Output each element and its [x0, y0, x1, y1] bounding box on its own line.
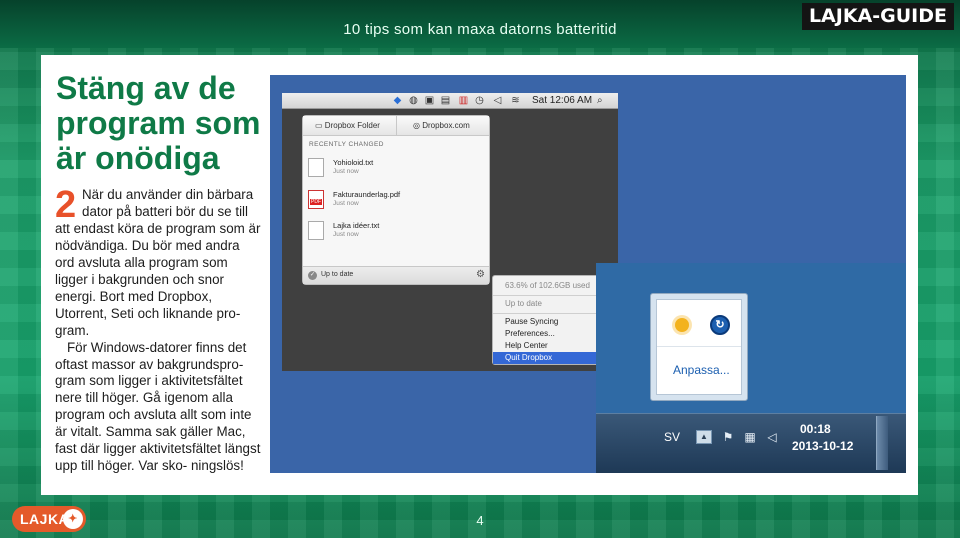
tab-dropbox-folder-label: Dropbox Folder — [324, 121, 380, 130]
volume-icon[interactable]: ◁ — [492, 95, 503, 106]
language-indicator[interactable]: SV — [664, 430, 680, 444]
file-time: Just now — [333, 200, 359, 207]
dropbox-panel-footer: ✓ Up to date ⚙ — [303, 266, 489, 284]
sync-status: Up to date — [321, 271, 354, 278]
popup-divider — [657, 346, 741, 347]
weather-icon[interactable] — [675, 318, 689, 332]
check-icon: ✓ — [308, 271, 317, 280]
text-file-icon — [308, 221, 324, 240]
paragraph-1-line-2: dator på batteri bör du se till — [82, 203, 248, 219]
article-body: När du använder din bärbara dator på bat… — [55, 187, 261, 475]
windows-taskbar: SV ▲ ⚑ ▦ ◁ 00:18 2013-10-12 — [596, 413, 906, 473]
time-machine-icon[interactable]: ◷ — [474, 95, 485, 106]
mac-screenshot: ◆ ◍ ▣ ▤ ▥ ◷ ◁ ≋ Sat 12:06 AM ⌕ ▭ Dropbox… — [282, 93, 618, 371]
file-name: Yohioloid.txt — [333, 158, 374, 167]
file-name: Fakturaunderlag.pdf — [333, 190, 401, 199]
windows-screenshot: ↻ Anpassa... SV ▲ ⚑ ▦ ◁ 00:18 2013-10-12 — [596, 263, 906, 473]
tray-overflow-content: ↻ Anpassa... — [656, 299, 742, 395]
article-heading: Stäng av de program som är onödiga — [56, 70, 261, 176]
dropbox-context-menu: 63.6% of 102.6GB used Up to date Pause S… — [492, 275, 612, 365]
paragraph-1-rest: att endast köra de program som är nödvän… — [55, 220, 261, 338]
tray-overflow-popup: ↻ Anpassa... — [650, 293, 748, 401]
dropbox-panel-tabs: ▭ Dropbox Folder ◎ Dropbox.com — [303, 116, 489, 136]
network-icon[interactable]: ▦ — [742, 429, 758, 445]
menu-status: Up to date — [505, 299, 542, 308]
paragraph-2: För Windows-datorer finns det oftast mas… — [55, 339, 261, 474]
menu-item-pause-syncing[interactable]: Pause Syncing — [493, 316, 611, 328]
storage-usage: 63.6% of 102.6GB used — [505, 281, 590, 290]
tab-dropbox-com[interactable]: ◎ Dropbox.com — [413, 120, 470, 131]
battery-icon[interactable]: ▥ — [458, 95, 469, 106]
page-number: 4 — [476, 513, 484, 528]
file-row[interactable]: Lajka idéer.txt Just now — [308, 219, 486, 247]
lajka-logo: LAJKA ✦ — [12, 506, 86, 532]
menu-item-preferences[interactable]: Preferences... — [493, 328, 611, 340]
show-desktop-button[interactable] — [876, 416, 888, 470]
search-icon[interactable]: ⌕ — [597, 95, 603, 106]
tab-dropbox-folder[interactable]: ▭ Dropbox Folder — [315, 120, 380, 131]
flux-icon[interactable]: ◍ — [408, 95, 419, 106]
menu-divider — [493, 295, 611, 296]
wifi-icon[interactable]: ≋ — [510, 95, 521, 106]
flag-icon[interactable]: ⚑ — [720, 429, 736, 445]
tab-dropbox-com-label: Dropbox.com — [422, 121, 470, 130]
mac-clock[interactable]: Sat 12:06 AM — [532, 94, 592, 108]
recently-changed-heading: RECENTLY CHANGED — [309, 141, 384, 148]
skype-icon[interactable]: ▤ — [440, 95, 451, 106]
text-file-icon — [308, 158, 324, 177]
globe-icon: ◎ — [413, 121, 420, 130]
folder-icon: ▭ — [315, 121, 323, 130]
menu-divider — [493, 313, 611, 314]
file-name: Lajka idéer.txt — [333, 221, 380, 230]
show-hidden-icons-button[interactable]: ▲ — [696, 430, 712, 444]
paragraph-1-line-1: När du använder din bärbara — [82, 187, 254, 202]
chat-icon[interactable]: ▣ — [424, 95, 435, 106]
taskbar-date[interactable]: 2013-10-12 — [792, 439, 853, 453]
logo-mark-icon: ✦ — [63, 509, 83, 529]
dropbox-panel: ▭ Dropbox Folder ◎ Dropbox.com RECENTLY … — [302, 115, 490, 285]
volume-icon[interactable]: ◁ — [764, 429, 780, 445]
mac-menu-bar: ◆ ◍ ▣ ▤ ▥ ◷ ◁ ≋ Sat 12:06 AM ⌕ — [282, 93, 618, 109]
pdf-file-icon — [308, 190, 324, 209]
tab-divider — [396, 116, 397, 136]
magazine-header-title: 10 tips som kan maxa datorns batteritid — [343, 21, 617, 38]
file-row[interactable]: Fakturaunderlag.pdf Just now — [308, 188, 486, 216]
taskbar-time[interactable]: 00:18 — [800, 422, 831, 436]
screenshot-figure: ◆ ◍ ▣ ▤ ▥ ◷ ◁ ≋ Sat 12:06 AM ⌕ ▭ Dropbox… — [270, 75, 906, 473]
file-row[interactable]: Yohioloid.txt Just now — [308, 156, 486, 184]
customize-link[interactable]: Anpassa... — [673, 363, 730, 377]
file-time: Just now — [333, 168, 359, 175]
file-time: Just now — [333, 231, 359, 238]
dropbox-icon[interactable]: ◆ — [392, 95, 403, 106]
menu-item-help-center[interactable]: Help Center — [493, 340, 611, 352]
guide-badge: LAJKA-GUIDE — [801, 3, 954, 30]
menu-item-quit-dropbox[interactable]: Quit Dropbox — [493, 352, 611, 364]
paragraph-1: När du använder din bärbara dator på bat… — [55, 187, 261, 340]
gear-icon[interactable]: ⚙ — [476, 269, 485, 280]
lajka-logo-text: LAJKA — [20, 511, 70, 527]
article-page: Stäng av de program som är onödiga 2 När… — [41, 55, 918, 495]
sync-icon[interactable]: ↻ — [710, 315, 730, 335]
